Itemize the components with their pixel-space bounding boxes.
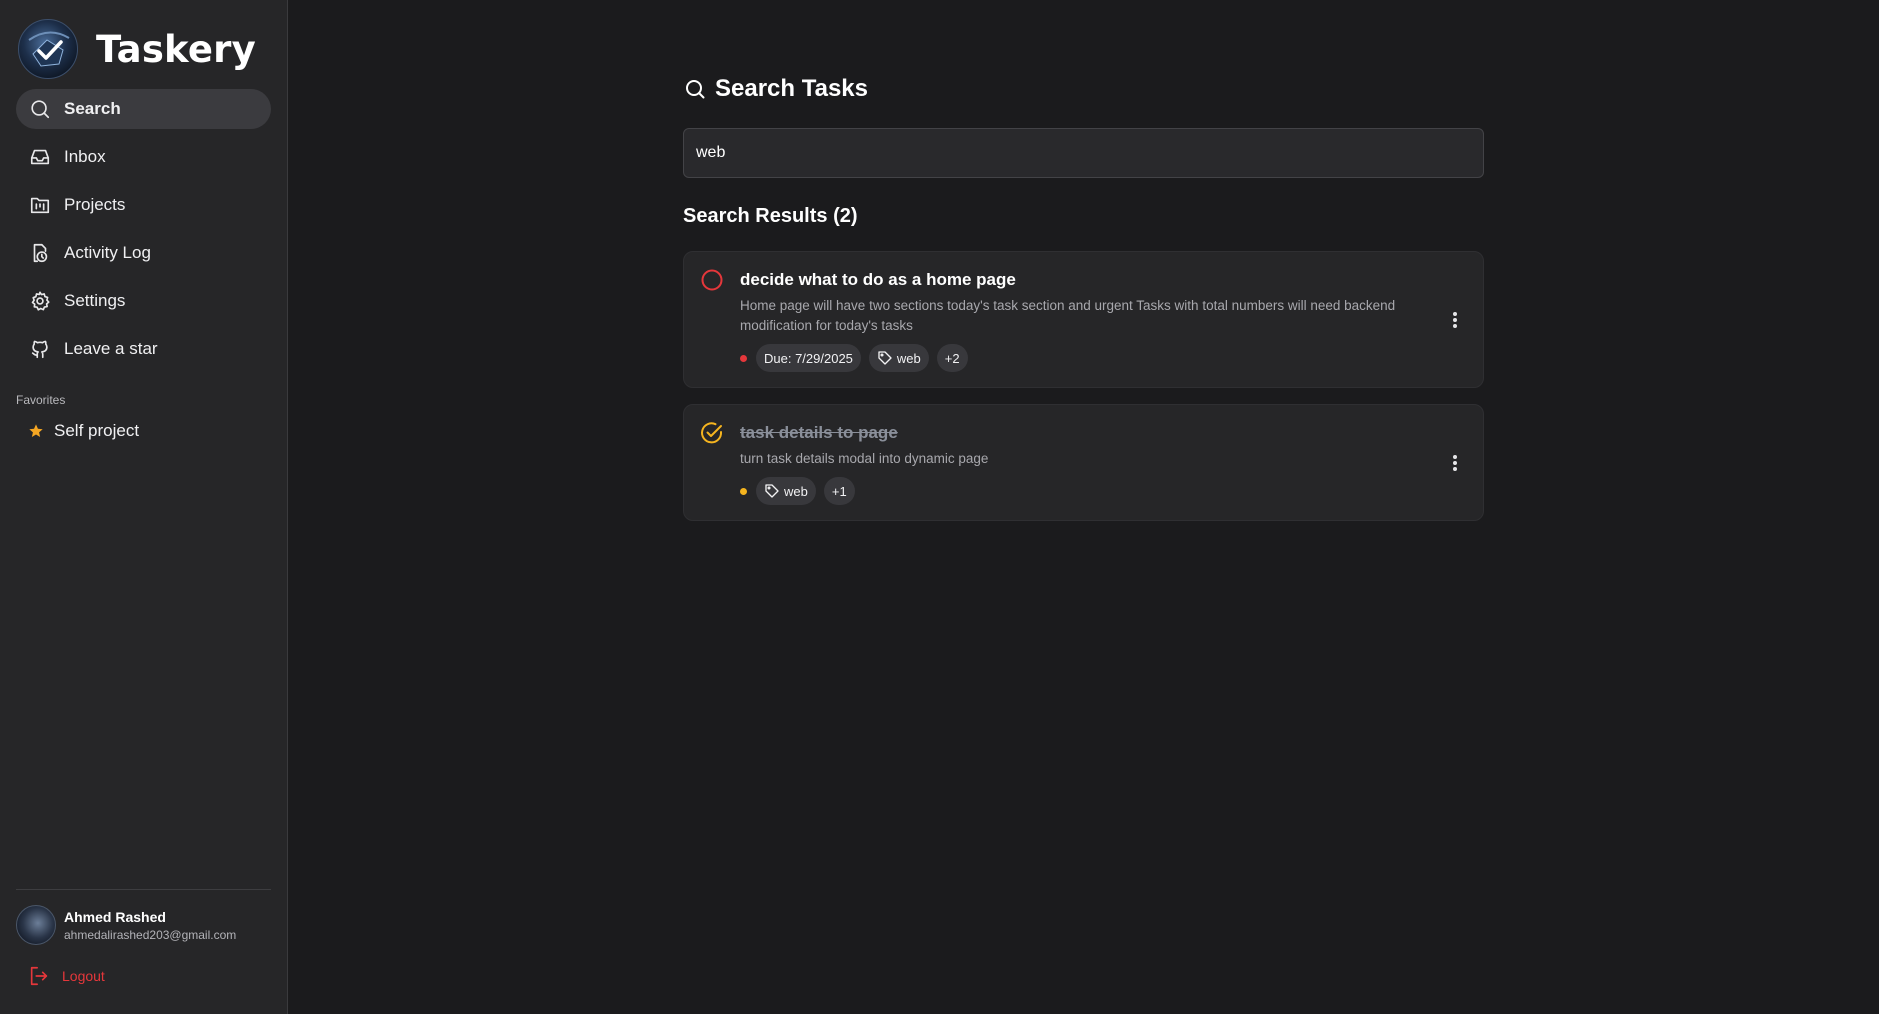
logout-label: Logout: [62, 968, 105, 984]
tag-icon: [877, 350, 893, 366]
more-options-icon[interactable]: [1451, 310, 1459, 330]
task-description: turn task details modal into dynamic pag…: [740, 451, 989, 466]
user-profile[interactable]: Ahmed Rashed ahmedalirashed203@gmail.com: [16, 905, 271, 945]
tag-label: web: [896, 350, 921, 366]
avatar: [16, 905, 56, 945]
activity-log-icon: [28, 241, 52, 265]
tag-icon: [764, 483, 780, 499]
search-icon: [28, 97, 52, 121]
app: Taskery Search Inbox Projects Activity L…: [0, 0, 1879, 1014]
sidebar-item-inbox[interactable]: Inbox: [16, 137, 271, 177]
gear-icon: [28, 289, 52, 313]
priority-dot: [740, 354, 747, 362]
task-body: task details to page turn task details m…: [740, 421, 1467, 505]
sidebar-item-settings[interactable]: Settings: [16, 281, 271, 321]
task-card[interactable]: task details to page turn task details m…: [683, 404, 1484, 521]
inbox-icon: [28, 145, 52, 169]
page-title-text: Search Tasks: [715, 75, 868, 102]
favorite-project-item[interactable]: Self project: [16, 415, 271, 447]
sidebar-item-label: Inbox: [64, 147, 106, 166]
sidebar-item-leave-a-star[interactable]: Leave a star: [16, 329, 271, 369]
more-tags-chip[interactable]: +1: [823, 477, 855, 505]
task-meta: Due: 7/29/2025 web +2: [740, 344, 1407, 372]
results-heading: Search Results (2): [683, 205, 858, 227]
sidebar-divider: [16, 889, 271, 890]
more-tags-chip[interactable]: +2: [936, 344, 968, 372]
app-name: Taskery: [96, 27, 256, 71]
tag-label: web: [784, 483, 808, 499]
task-title[interactable]: task details to page: [740, 421, 1407, 445]
task-meta: web +1: [740, 477, 1407, 505]
task-completed-check-icon[interactable]: [700, 421, 724, 445]
page-title: Search Tasks: [683, 70, 1484, 108]
task-body: decide what to do as a home page Home pa…: [740, 268, 1467, 372]
logout-button[interactable]: Logout: [16, 959, 271, 993]
sidebar-item-search[interactable]: Search: [16, 89, 271, 129]
favorites-heading: Favorites: [16, 393, 66, 407]
priority-dot: [740, 487, 747, 495]
task-incomplete-circle-icon[interactable]: [700, 268, 724, 292]
sidebar-footer: Ahmed Rashed ahmedalirashed203@gmail.com…: [16, 889, 271, 1014]
brand[interactable]: Taskery: [16, 0, 271, 98]
user-name: Ahmed Rashed: [64, 908, 166, 925]
logout-icon: [28, 965, 50, 987]
main-content: Search Tasks Search Results (2) decide w…: [288, 0, 1879, 1014]
sidebar-item-projects[interactable]: Projects: [16, 185, 271, 225]
more-options-icon[interactable]: [1451, 453, 1459, 473]
star-icon: [28, 423, 44, 439]
sidebar-nav: Search Inbox Projects Activity Log Setti…: [16, 89, 271, 377]
tag-chip[interactable]: web: [756, 477, 816, 505]
projects-icon: [28, 193, 52, 217]
sidebar: Taskery Search Inbox Projects Activity L…: [0, 0, 288, 1014]
search-input[interactable]: [683, 128, 1484, 178]
app-logo: [18, 19, 78, 79]
search-icon: [683, 77, 707, 101]
task-description: Home page will have two sections today's…: [740, 298, 1396, 333]
sidebar-item-label: Search: [64, 99, 121, 118]
due-date-chip: Due: 7/29/2025: [756, 344, 861, 372]
sidebar-item-label: Activity Log: [64, 243, 151, 262]
sidebar-item-label: Projects: [64, 195, 126, 214]
task-card[interactable]: decide what to do as a home page Home pa…: [683, 251, 1484, 388]
sidebar-item-label: Settings: [64, 291, 126, 310]
task-title[interactable]: decide what to do as a home page: [740, 268, 1407, 292]
github-icon: [28, 337, 52, 361]
favorite-project-label: Self project: [54, 421, 140, 440]
sidebar-item-activity-log[interactable]: Activity Log: [16, 233, 271, 273]
user-email: ahmedalirashed203@gmail.com: [64, 927, 237, 942]
sidebar-item-label: Leave a star: [64, 339, 158, 358]
tag-chip[interactable]: web: [868, 344, 929, 372]
search-page: Search Tasks Search Results (2) decide w…: [683, 70, 1484, 521]
